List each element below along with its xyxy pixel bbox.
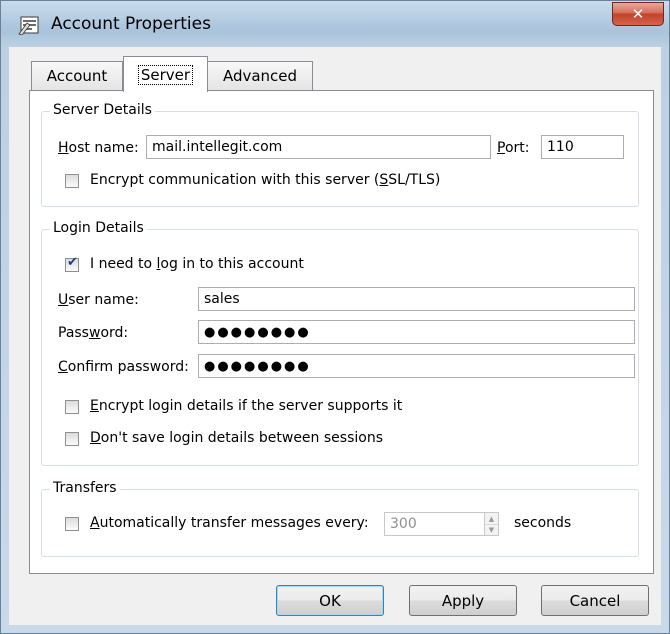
user-name-label: User name:	[58, 292, 139, 308]
port-label: Port:	[497, 140, 530, 156]
tab-advanced-label: Advanced	[222, 67, 298, 85]
spin-down-icon[interactable]: ▼	[485, 524, 498, 535]
need-login-label: I need to log in to this account	[90, 256, 304, 272]
auto-transfer-label: Automatically transfer messages every:	[90, 515, 369, 531]
tab-server[interactable]: Server	[123, 56, 208, 92]
password-input[interactable]: ●●●●●●●●	[198, 320, 635, 344]
user-name-input[interactable]: sales	[198, 287, 635, 311]
login-details-title: Login Details	[50, 220, 147, 236]
tab-server-label: Server	[137, 64, 194, 85]
tab-account[interactable]: Account	[31, 61, 123, 90]
transfer-interval-input[interactable]: 300	[384, 512, 485, 536]
confirm-password-input[interactable]: ●●●●●●●●	[198, 354, 635, 378]
encrypt-ssl-checkbox[interactable]	[65, 174, 79, 188]
account-properties-window: Account Properties ✕ Account Server Adva…	[0, 0, 670, 634]
seconds-label: seconds	[514, 515, 572, 531]
apply-button[interactable]: Apply	[409, 585, 517, 616]
tab-advanced[interactable]: Advanced	[207, 61, 313, 90]
dialog-client-area: Account Server Advanced Server Details H…	[9, 47, 661, 625]
host-name-input[interactable]: mail.intellegit.com	[146, 135, 491, 159]
transfers-title: Transfers	[50, 480, 120, 496]
port-input[interactable]: 110	[541, 135, 624, 159]
server-details-group: Server Details	[41, 102, 639, 207]
dont-save-label: Don't save login details between session…	[90, 430, 383, 446]
encrypt-login-checkbox[interactable]	[65, 400, 79, 414]
tab-account-label: Account	[46, 67, 108, 85]
auto-transfer-checkbox[interactable]	[65, 517, 79, 531]
dont-save-checkbox[interactable]	[65, 432, 79, 446]
encrypt-ssl-label: Encrypt communication with this server (…	[90, 172, 441, 188]
transfer-interval-spinner[interactable]: ▲ ▼	[484, 512, 499, 536]
password-label: Password:	[58, 325, 129, 341]
server-tab-panel: Server Details Host name: mail.intellegi…	[29, 90, 654, 574]
cancel-button[interactable]: Cancel	[541, 585, 649, 616]
server-details-title: Server Details	[50, 102, 155, 118]
account-properties-icon	[18, 16, 39, 35]
need-login-checkbox[interactable]	[65, 255, 79, 272]
window-title: Account Properties	[51, 14, 211, 34]
host-name-label: Host name:	[58, 140, 139, 156]
confirm-password-label: Confirm password:	[58, 359, 189, 375]
close-button[interactable]: ✕	[612, 2, 664, 26]
close-icon: ✕	[631, 5, 645, 23]
title-bar[interactable]: Account Properties ✕	[1, 1, 669, 47]
encrypt-login-label: Encrypt login details if the server supp…	[90, 398, 403, 414]
ok-button[interactable]: OK	[276, 585, 384, 616]
